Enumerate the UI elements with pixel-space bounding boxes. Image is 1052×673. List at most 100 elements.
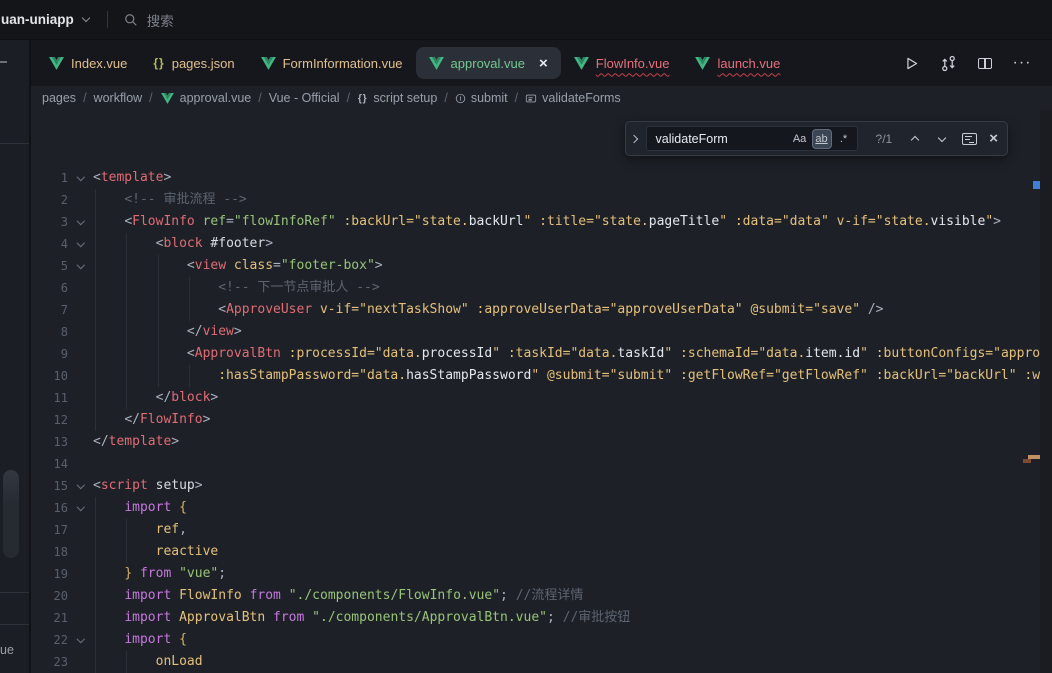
- breadcrumb-label: approval.vue: [180, 91, 252, 105]
- tab-label: Index.vue: [71, 56, 127, 71]
- indent-guide: [95, 607, 96, 629]
- fold-icon[interactable]: [68, 497, 93, 519]
- code-line-9[interactable]: 9 <ApprovalBtn :processId="data.processI…: [31, 343, 1052, 365]
- code-text: :hasStampPassword="data.hasStampPassword…: [93, 365, 1052, 387]
- breadcrumb-item-validateforms[interactable]: validateForms: [525, 91, 621, 105]
- code-line-17[interactable]: 17 ref,: [31, 519, 1052, 541]
- breadcrumb-item-workflow[interactable]: workflow: [94, 91, 143, 105]
- code-text: reactive: [93, 541, 218, 563]
- tab-pages.json[interactable]: {}pages.json: [140, 47, 247, 79]
- code-line-18[interactable]: 18 reactive: [31, 541, 1052, 563]
- code-text: <!-- 审批流程 -->: [93, 189, 247, 211]
- fold-icon[interactable]: [68, 629, 93, 651]
- code-line-3[interactable]: 3 <FlowInfo ref="flowInfoRef" :backUrl="…: [31, 211, 1052, 233]
- code-line-22[interactable]: 22 import {: [31, 629, 1052, 651]
- sidebar-divider: [0, 592, 29, 593]
- overview-ruler[interactable]: [1040, 110, 1052, 673]
- line-number: 3: [31, 211, 68, 233]
- indent-guide: [126, 365, 127, 387]
- code-line-20[interactable]: 20 import FlowInfo from "./components/Fl…: [31, 585, 1052, 607]
- split-editor-icon: [978, 58, 992, 69]
- breadcrumb-label: validateForms: [542, 91, 621, 105]
- close-icon[interactable]: ×: [539, 56, 548, 71]
- find-query-text[interactable]: validateForm: [656, 132, 788, 146]
- indent-guide: [158, 255, 159, 277]
- code-line-6[interactable]: 6 <!-- 下一节点审批人 -->: [31, 277, 1052, 299]
- run-button[interactable]: [901, 53, 921, 73]
- breadcrumb-item-vue---official[interactable]: Vue - Official: [269, 91, 340, 105]
- code-line-5[interactable]: 5 <view class="footer-box">: [31, 255, 1052, 277]
- code-line-8[interactable]: 8 </view>: [31, 321, 1052, 343]
- match-case-button[interactable]: Aa: [790, 129, 810, 149]
- indent-guide: [95, 233, 96, 255]
- code-line-23[interactable]: 23 onLoad: [31, 651, 1052, 673]
- next-match-button[interactable]: [933, 130, 951, 148]
- fold-gutter: [68, 563, 93, 585]
- indent-guide: [126, 343, 127, 365]
- vue-icon: [261, 57, 276, 70]
- breadcrumb-item-pages[interactable]: pages: [42, 91, 76, 105]
- line-number: 22: [31, 629, 68, 651]
- code-line-19[interactable]: 19 } from "vue";: [31, 563, 1052, 585]
- breadcrumb-item-submit[interactable]: submit: [455, 91, 508, 105]
- breadcrumb-item-approval.vue[interactable]: approval.vue: [160, 91, 252, 105]
- find-expand-toggle[interactable]: [631, 136, 637, 142]
- find-in-selection-button[interactable]: [960, 130, 978, 148]
- code-line-12[interactable]: 12 </FlowInfo>: [31, 409, 1052, 431]
- find-close-button[interactable]: ×: [989, 130, 998, 147]
- tab-FormInformation.vue[interactable]: FormInformation.vue: [248, 47, 416, 79]
- global-search[interactable]: 搜索: [124, 10, 174, 30]
- find-match-count: ?/1: [876, 132, 893, 146]
- code-text: <block #footer>: [93, 233, 273, 255]
- tab-approval.vue[interactable]: approval.vue×: [416, 47, 561, 79]
- line-number: 2: [31, 189, 68, 211]
- code-line-21[interactable]: 21 import ApprovalBtn from "./components…: [31, 607, 1052, 629]
- code-editor-window: uan-uniapp 搜索 ue Index.vue {}pages.jsonFo…: [0, 0, 1052, 673]
- code-area[interactable]: 1<template>2 <!-- 审批流程 -->3 <FlowInfo re…: [31, 110, 1052, 673]
- fold-icon[interactable]: [68, 475, 93, 497]
- line-number: 15: [31, 475, 68, 497]
- indent-guide: [126, 277, 127, 299]
- editor-pane[interactable]: validateForm Aa ab .* ?/1 × 1<template>2…: [31, 110, 1052, 673]
- open-changes-button[interactable]: [938, 53, 958, 73]
- sidebar-sliver: ue: [0, 40, 31, 673]
- fold-icon[interactable]: [68, 255, 93, 277]
- project-selector[interactable]: uan-uniapp: [0, 12, 89, 27]
- indent-guide: [95, 255, 96, 277]
- symbol-method-icon: [456, 93, 465, 102]
- fold-icon[interactable]: [68, 211, 93, 233]
- breadcrumb: pages/workflow/approval.vue/Vue - Offici…: [31, 86, 1052, 110]
- code-line-16[interactable]: 16 import {: [31, 497, 1052, 519]
- tab-launch.vue[interactable]: launch.vue: [682, 47, 793, 79]
- split-editor-button[interactable]: [975, 53, 995, 73]
- code-line-7[interactable]: 7 <ApproveUser v-if="nextTaskShow" :appr…: [31, 299, 1052, 321]
- regex-button[interactable]: .*: [834, 129, 854, 149]
- breadcrumb-item-script-setup[interactable]: {}script setup: [357, 91, 437, 105]
- more-actions-button[interactable]: ···: [1012, 53, 1032, 73]
- code-line-13[interactable]: 13</template>: [31, 431, 1052, 453]
- indent-guide: [95, 497, 96, 519]
- indent-guide: [158, 343, 159, 365]
- fold-icon[interactable]: [68, 233, 93, 255]
- code-line-4[interactable]: 4 <block #footer>: [31, 233, 1052, 255]
- whole-word-button[interactable]: ab: [812, 129, 832, 149]
- indent-guide: [126, 233, 127, 255]
- code-line-1[interactable]: 1<template>: [31, 167, 1052, 189]
- fold-icon[interactable]: [68, 167, 93, 189]
- tab-FlowInfo.vue[interactable]: FlowInfo.vue: [561, 47, 683, 79]
- line-number: 11: [31, 387, 68, 409]
- indent-guide: [95, 585, 96, 607]
- find-match-marker: [1023, 459, 1031, 463]
- cursor-marker: [1033, 181, 1040, 189]
- tab-Index.vue[interactable]: Index.vue: [36, 47, 140, 79]
- code-line-10[interactable]: 10 :hasStampPassword="data.hasStampPassw…: [31, 365, 1052, 387]
- fold-gutter: [68, 607, 93, 629]
- sidebar-scrollbar-thumb[interactable]: [3, 470, 19, 558]
- sidebar-item-truncated[interactable]: ue: [0, 643, 14, 657]
- previous-match-button[interactable]: [906, 130, 924, 148]
- code-line-15[interactable]: 15<script setup>: [31, 475, 1052, 497]
- code-line-11[interactable]: 11 </block>: [31, 387, 1052, 409]
- find-input[interactable]: validateForm Aa ab .*: [646, 126, 858, 151]
- code-line-2[interactable]: 2 <!-- 审批流程 -->: [31, 189, 1052, 211]
- code-line-14[interactable]: 14: [31, 453, 1052, 475]
